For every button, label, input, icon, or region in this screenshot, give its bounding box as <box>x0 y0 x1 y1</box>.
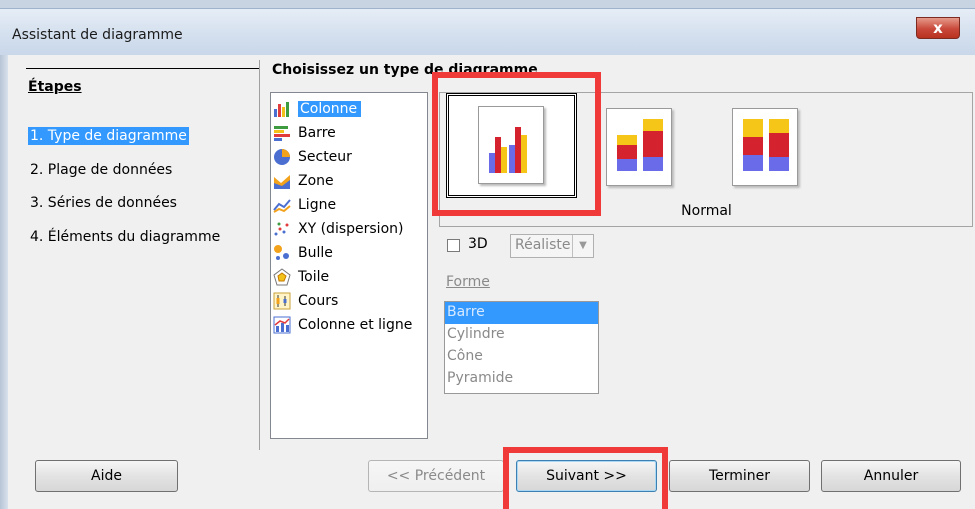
variant-percent-stacked[interactable] <box>732 108 798 186</box>
column-chart-icon <box>273 100 291 118</box>
title-bar: Assistant de diagramme x <box>0 8 975 55</box>
stock-chart-icon <box>273 292 291 310</box>
area-chart-icon <box>273 172 291 190</box>
3d-style-value: Réaliste <box>515 237 571 253</box>
chart-type-label: Cours <box>298 292 339 309</box>
window-border <box>0 55 8 509</box>
shape-label: Forme <box>446 274 490 290</box>
chart-type-label: Zone <box>298 172 334 189</box>
shape-item[interactable]: Pyramide <box>445 368 598 390</box>
chart-type-label: Toile <box>298 268 330 285</box>
chart-type-bubble[interactable]: Bulle <box>273 241 425 264</box>
chart-type-stock[interactable]: Cours <box>273 289 425 312</box>
bar-chart-icon <box>273 124 291 142</box>
chart-type-bar[interactable]: Barre <box>273 121 425 144</box>
highlight-box-variant <box>432 72 601 216</box>
step-data-range[interactable]: 2. Plage de données <box>28 161 174 179</box>
step-data-series[interactable]: 3. Séries de données <box>28 194 179 212</box>
chart-type-net[interactable]: Toile <box>273 265 425 288</box>
percent-stacked-column-icon <box>743 119 789 171</box>
steps-title: Étapes <box>28 79 82 95</box>
3d-label[interactable]: 3D <box>468 236 488 252</box>
shape-item[interactable]: Cylindre <box>445 324 598 346</box>
shape-list[interactable]: Barre Cylindre Cône Pyramide <box>444 301 599 394</box>
step-chart-type[interactable]: 1. Type de diagramme <box>28 127 189 145</box>
chart-type-label: Bulle <box>298 244 333 261</box>
finish-button[interactable]: Terminer <box>669 460 810 492</box>
steps-divider <box>26 68 259 69</box>
step-chart-elements[interactable]: 4. Éléments du diagramme <box>28 228 222 246</box>
chart-type-label: Ligne <box>298 196 337 213</box>
chart-type-label: XY (dispersion) <box>298 220 404 237</box>
chart-type-label: Barre <box>298 124 336 141</box>
chart-type-area[interactable]: Zone <box>273 169 425 192</box>
shape-item[interactable]: Cône <box>445 346 598 368</box>
3d-style-select[interactable]: Réaliste ▼ <box>510 234 594 258</box>
close-icon: x <box>933 19 943 37</box>
shape-item[interactable]: Barre <box>445 302 598 324</box>
chart-type-column-line[interactable]: Colonne et ligne <box>273 313 425 336</box>
chart-type-pie[interactable]: Secteur <box>273 145 425 168</box>
close-button[interactable]: x <box>916 17 960 39</box>
net-chart-icon <box>273 267 291 286</box>
chevron-down-icon[interactable]: ▼ <box>572 235 593 257</box>
help-button[interactable]: Aide <box>35 460 178 492</box>
chart-type-label: Colonne <box>298 100 362 117</box>
column-line-chart-icon <box>273 316 291 334</box>
pie-chart-icon <box>273 148 291 166</box>
variant-stacked[interactable] <box>606 108 672 186</box>
chart-type-column[interactable]: Colonne <box>273 97 425 120</box>
bubble-chart-icon <box>273 244 291 262</box>
highlight-box-next <box>503 447 668 509</box>
chart-type-list[interactable]: Colonne Barre Secteur Zone Ligne XY (dis… <box>270 92 428 439</box>
previous-button[interactable]: << Précédent <box>368 460 504 492</box>
cancel-button[interactable]: Annuler <box>821 460 961 492</box>
window-title: Assistant de diagramme <box>12 27 183 43</box>
chart-wizard-dialog: Assistant de diagramme x Étapes 1. Type … <box>0 0 975 509</box>
chart-type-scatter[interactable]: XY (dispersion) <box>273 217 425 240</box>
steps-separator <box>259 60 260 450</box>
stacked-column-icon <box>617 119 663 171</box>
chart-type-label: Colonne et ligne <box>298 316 413 333</box>
chart-type-line[interactable]: Ligne <box>273 193 425 216</box>
3d-checkbox[interactable] <box>447 239 460 252</box>
line-chart-icon <box>273 196 291 214</box>
chart-type-label: Secteur <box>298 148 352 165</box>
scatter-chart-icon <box>273 220 291 238</box>
